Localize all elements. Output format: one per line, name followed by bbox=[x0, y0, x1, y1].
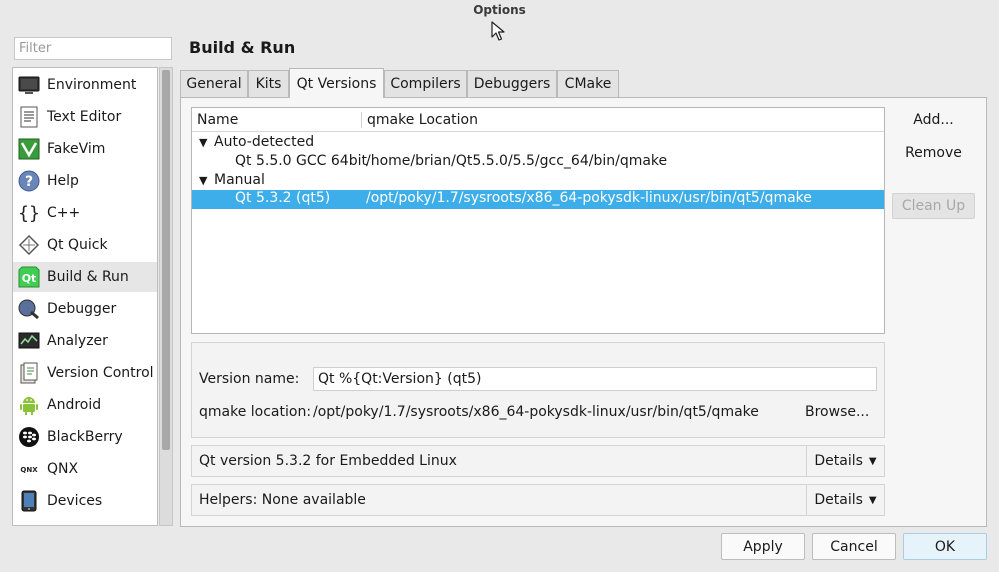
android-icon bbox=[18, 394, 40, 416]
expand-arrow-icon[interactable]: ▼ bbox=[199, 174, 207, 187]
sidebar-item-version-control[interactable]: Version Control bbox=[13, 358, 157, 388]
tab-cmake[interactable]: CMake bbox=[557, 70, 619, 97]
page-title: Build & Run bbox=[189, 38, 296, 57]
svg-text:{}: {} bbox=[18, 203, 40, 224]
qmake-location-value: /opt/poky/1.7/sysroots/x86_64-pokysdk-li… bbox=[313, 404, 759, 420]
expand-arrow-icon[interactable]: ▼ bbox=[199, 136, 207, 149]
sidebar-item-label: FakeVim bbox=[47, 141, 106, 157]
chevron-down-icon: ▼ bbox=[868, 494, 877, 506]
qt-versions-tree[interactable]: Name qmake Location ▼ Auto-detected Qt 5… bbox=[191, 107, 885, 334]
monitor-icon bbox=[18, 74, 40, 96]
tab-debuggers[interactable]: Debuggers bbox=[467, 70, 557, 97]
sidebar-item-label: Analyzer bbox=[47, 333, 108, 349]
qt-version-name: Qt 5.5.0 GCC 64bit bbox=[235, 153, 367, 169]
qnx-icon: QNX bbox=[18, 458, 40, 480]
chevron-down-icon: ▼ bbox=[868, 455, 877, 467]
sidebar-item-label: Qt Quick bbox=[47, 237, 108, 253]
qt-quick-icon bbox=[18, 234, 40, 256]
clean-up-button[interactable]: Clean Up bbox=[892, 193, 975, 219]
mouse-cursor-icon bbox=[491, 21, 505, 41]
sidebar-item-label: Text Editor bbox=[47, 109, 122, 125]
svg-text:QNX: QNX bbox=[20, 466, 38, 474]
apply-button[interactable]: Apply bbox=[721, 533, 805, 560]
devices-icon bbox=[18, 490, 40, 512]
column-header-name[interactable]: Name bbox=[197, 112, 238, 128]
tree-group-label: Manual bbox=[214, 172, 265, 188]
sidebar-item-help[interactable]: ? Help bbox=[13, 166, 157, 196]
version-control-icon bbox=[18, 362, 40, 384]
sidebar-item-environment[interactable]: Environment bbox=[13, 70, 157, 100]
helpers-row: Helpers: None available Details ▼ bbox=[191, 484, 885, 516]
qt-version-info-text: Qt version 5.3.2 for Embedded Linux bbox=[199, 453, 457, 469]
version-name-label: Version name: bbox=[199, 371, 300, 387]
fakevim-icon bbox=[18, 138, 40, 160]
svg-text:?: ? bbox=[25, 174, 33, 190]
qmake-location: /home/brian/Qt5.5.0/5.5/gcc_64/bin/qmake bbox=[366, 153, 668, 169]
category-scrollbar[interactable] bbox=[159, 67, 173, 526]
sidebar-item-text-editor[interactable]: Text Editor bbox=[13, 102, 157, 132]
window-title: Options bbox=[473, 3, 526, 17]
sidebar-item-label: C++ bbox=[47, 205, 81, 221]
qmake-location: /opt/poky/1.7/sysroots/x86_64-pokysdk-li… bbox=[366, 190, 812, 206]
tree-row[interactable]: Qt 5.5.0 GCC 64bit /home/brian/Qt5.5.0/5… bbox=[192, 153, 884, 172]
tree-group-auto-detected[interactable]: ▼ Auto-detected bbox=[192, 134, 884, 153]
sidebar-item-fakevim[interactable]: FakeVim bbox=[13, 134, 157, 164]
sidebar-item-label: BlackBerry bbox=[47, 429, 123, 445]
sidebar-item-cpp[interactable]: {} C++ bbox=[13, 198, 157, 228]
tree-group-label: Auto-detected bbox=[214, 134, 315, 150]
tab-qt-versions[interactable]: Qt Versions bbox=[289, 68, 384, 98]
column-header-qmake-location[interactable]: qmake Location bbox=[367, 112, 478, 128]
details-button-label: Details bbox=[814, 492, 863, 508]
sidebar-item-label: Android bbox=[47, 397, 102, 413]
tab-kits[interactable]: Kits bbox=[248, 70, 289, 97]
tab-general[interactable]: General bbox=[180, 70, 248, 97]
filter-input[interactable] bbox=[14, 37, 172, 60]
tree-header: Name qmake Location bbox=[192, 108, 884, 132]
svg-text:Qt: Qt bbox=[22, 272, 37, 285]
build-run-icon: Qt bbox=[18, 266, 40, 288]
sidebar-item-qt-quick[interactable]: Qt Quick bbox=[13, 230, 157, 260]
remove-button[interactable]: Remove bbox=[892, 140, 975, 166]
analyzer-icon bbox=[18, 330, 40, 352]
sidebar-item-blackberry[interactable]: BlackBerry bbox=[13, 422, 157, 452]
scrollbar-thumb[interactable] bbox=[162, 70, 170, 450]
version-details-group: Version name: qmake location: /opt/poky/… bbox=[191, 342, 885, 438]
sidebar-item-label: Debugger bbox=[47, 301, 117, 317]
details-button[interactable]: Details ▼ bbox=[806, 446, 884, 476]
sidebar-item-label: Version Control bbox=[47, 365, 154, 381]
qt-version-info-row: Qt version 5.3.2 for Embedded Linux Deta… bbox=[191, 445, 885, 477]
sidebar-item-label: Build & Run bbox=[47, 269, 129, 285]
sidebar-item-label: Help bbox=[47, 173, 79, 189]
debugger-icon bbox=[18, 298, 40, 320]
tree-group-manual[interactable]: ▼ Manual bbox=[192, 172, 884, 191]
tree-row-selected[interactable]: Qt 5.3.2 (qt5) /opt/poky/1.7/sysroots/x8… bbox=[192, 190, 884, 209]
qmake-location-label: qmake location: bbox=[199, 404, 312, 420]
add-button[interactable]: Add... bbox=[892, 107, 975, 133]
sidebar-item-qnx[interactable]: QNX QNX bbox=[13, 454, 157, 484]
sidebar-item-devices[interactable]: Devices bbox=[13, 486, 157, 516]
braces-icon: {} bbox=[18, 202, 40, 224]
tab-compilers[interactable]: Compilers bbox=[384, 70, 467, 97]
browse-button[interactable]: Browse... bbox=[805, 404, 869, 420]
category-list: Environment Text Editor FakeVim ? Help {… bbox=[12, 67, 158, 526]
blackberry-icon bbox=[18, 426, 40, 448]
sidebar-item-label: Devices bbox=[47, 493, 103, 509]
sidebar-item-android[interactable]: Android bbox=[13, 390, 157, 420]
details-button[interactable]: Details ▼ bbox=[806, 485, 884, 515]
cancel-button[interactable]: Cancel bbox=[812, 533, 896, 560]
text-editor-icon bbox=[18, 106, 40, 128]
sidebar-item-analyzer[interactable]: Analyzer bbox=[13, 326, 157, 356]
version-name-input[interactable] bbox=[313, 367, 877, 391]
sidebar-item-label: Environment bbox=[47, 77, 137, 93]
sidebar-item-label: QNX bbox=[47, 461, 79, 477]
sidebar-item-build-run[interactable]: Qt Build & Run bbox=[13, 262, 157, 292]
details-button-label: Details bbox=[814, 453, 863, 469]
helpers-text: Helpers: None available bbox=[199, 492, 366, 508]
ok-button[interactable]: OK bbox=[903, 533, 987, 560]
sidebar-item-debugger[interactable]: Debugger bbox=[13, 294, 157, 324]
qt-version-name: Qt 5.3.2 (qt5) bbox=[235, 190, 331, 206]
column-divider[interactable] bbox=[361, 112, 362, 128]
help-icon: ? bbox=[18, 170, 40, 192]
